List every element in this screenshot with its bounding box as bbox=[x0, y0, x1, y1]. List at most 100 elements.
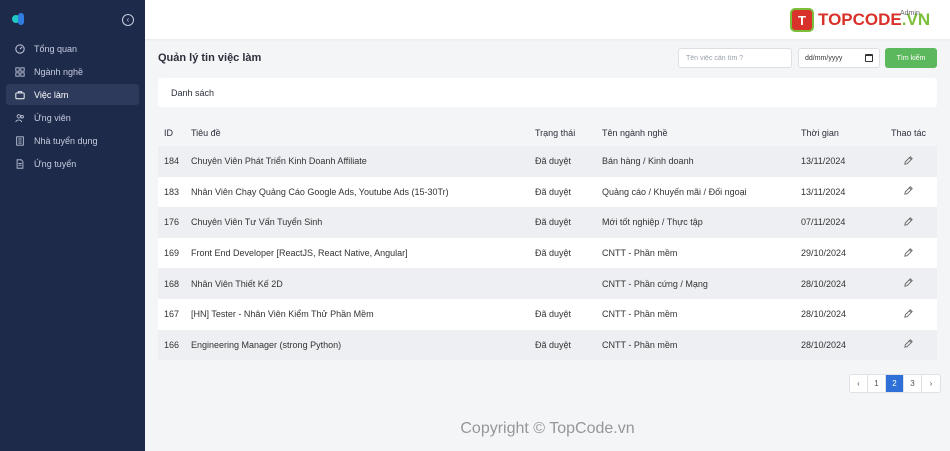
footer: Copyright © TopCode.vn bbox=[0, 420, 950, 438]
users-icon bbox=[14, 112, 25, 123]
app-logo[interactable] bbox=[12, 13, 26, 26]
pagination-page-1[interactable]: 1 bbox=[868, 375, 886, 392]
page-title: Quản lý tin việc làm bbox=[158, 52, 262, 64]
date-placeholder: dd/mm/yyyy bbox=[805, 54, 843, 62]
cell-id: 166 bbox=[164, 339, 180, 350]
cell-title: Chuyên Viên Phát Triển Kinh Doanh Affili… bbox=[191, 156, 367, 167]
pagination: ‹ 1 2 3 › bbox=[849, 374, 941, 393]
cell-time: 07/11/2024 bbox=[801, 217, 846, 228]
cell-id: 183 bbox=[164, 186, 180, 197]
cell-action bbox=[880, 338, 937, 351]
sidebar-item-label: Tổng quan bbox=[34, 43, 78, 54]
calendar-icon[interactable] bbox=[865, 54, 873, 62]
dashboard-icon bbox=[14, 43, 25, 54]
search-button[interactable]: Tìm kiếm bbox=[885, 48, 937, 68]
search-input[interactable] bbox=[678, 48, 792, 68]
edit-icon[interactable] bbox=[903, 247, 914, 258]
pagination-prev-button[interactable]: ‹ bbox=[850, 375, 868, 392]
table-row: 183 Nhân Viên Chạy Quảng Cáo Google Ads, … bbox=[158, 176, 937, 208]
cell-title: Nhân Viên Thiết Kế 2D bbox=[191, 278, 283, 289]
brand-mark: T bbox=[790, 8, 814, 32]
cell-category: CNTT - Phần mềm bbox=[602, 309, 678, 320]
column-header-title: Tiêu đề bbox=[191, 128, 221, 138]
edit-icon[interactable] bbox=[903, 216, 914, 227]
cell-category: CNTT - Phần cứng / Mạng bbox=[602, 278, 708, 289]
document-icon bbox=[14, 158, 25, 169]
sidebar-item-label: Ứng viên bbox=[34, 112, 71, 123]
briefcase-icon bbox=[14, 89, 25, 100]
pagination-next-button[interactable]: › bbox=[922, 375, 940, 392]
sidebar-item-label: Nhà tuyển dụng bbox=[34, 135, 98, 146]
pagination-page-3[interactable]: 3 bbox=[904, 375, 922, 392]
top-bar: T TOPCODE.VN Admin bbox=[145, 0, 950, 39]
copyright-text: Copyright © TopCode.vn bbox=[460, 420, 635, 437]
cell-category: Quảng cáo / Khuyến mãi / Đối ngoại bbox=[602, 186, 747, 197]
cell-status: Đã duyệt bbox=[535, 217, 572, 228]
sidebar-item-0[interactable]: Tổng quan bbox=[6, 38, 139, 59]
cell-category: CNTT - Phần mềm bbox=[602, 248, 678, 259]
cell-action bbox=[880, 308, 937, 321]
sidebar-item-1[interactable]: Ngành nghề bbox=[6, 61, 139, 82]
table-header-row: ID Tiêu đề Trạng thái Tên ngành nghề Thờ… bbox=[158, 120, 937, 146]
cell-action bbox=[880, 216, 937, 229]
building-icon bbox=[14, 135, 25, 146]
collapse-sidebar-icon[interactable]: ‹ bbox=[122, 14, 134, 26]
table-row: 184 Chuyên Viên Phát Triển Kinh Doanh Aff… bbox=[158, 146, 937, 177]
cell-time: 29/10/2024 bbox=[801, 248, 847, 259]
edit-icon[interactable] bbox=[903, 308, 914, 319]
cell-action bbox=[880, 277, 937, 290]
cell-id: 184 bbox=[164, 156, 180, 167]
cell-status: Đã duyệt bbox=[535, 186, 572, 197]
sidebar-item-4[interactable]: Nhà tuyển dụng bbox=[6, 130, 139, 151]
cell-title: Nhân Viên Chạy Quảng Cáo Google Ads, You… bbox=[191, 186, 449, 197]
sidebar-item-2[interactable]: Việc làm bbox=[6, 84, 139, 105]
column-header-id: ID bbox=[164, 128, 173, 138]
cell-action bbox=[880, 155, 937, 168]
cell-id: 167 bbox=[164, 309, 180, 320]
edit-icon[interactable] bbox=[903, 155, 914, 166]
cell-category: Bán hàng / Kinh doanh bbox=[602, 156, 694, 167]
table-row: 176 Chuyên Viên Tư Vấn Tuyển Sinh Đã duyệt… bbox=[158, 207, 937, 238]
sidebar-item-3[interactable]: Ứng viên bbox=[6, 107, 139, 128]
cell-status: Đã duyệt bbox=[535, 339, 572, 350]
cell-category: CNTT - Phần mềm bbox=[602, 339, 678, 350]
cell-id: 169 bbox=[164, 248, 180, 259]
column-header-category: Tên ngành nghề bbox=[602, 128, 668, 138]
sidebar-item-label: Ứng tuyển bbox=[34, 158, 77, 169]
cell-title: [HN] Tester - Nhân Viên Kiểm Thử Phần Mề… bbox=[191, 309, 374, 320]
table-row: 168 Nhân Viên Thiết Kế 2D CNTT - Phần cứng… bbox=[158, 268, 937, 299]
cell-id: 168 bbox=[164, 278, 180, 289]
cell-time: 28/10/2024 bbox=[801, 309, 847, 320]
sidebar-item-5[interactable]: Ứng tuyển bbox=[6, 153, 139, 174]
cell-action bbox=[880, 247, 937, 260]
sidebar-item-label: Việc làm bbox=[34, 89, 69, 100]
cell-action bbox=[880, 185, 937, 198]
edit-icon[interactable] bbox=[903, 338, 914, 349]
cell-time: 28/10/2024 bbox=[801, 278, 847, 289]
sidebar: ‹ Tổng quan Ngành nghề Việc làm Ứng viên Nhà… bbox=[0, 0, 145, 451]
cell-title: Chuyên Viên Tư Vấn Tuyển Sinh bbox=[191, 217, 323, 228]
admin-user-menu[interactable]: Admin bbox=[900, 10, 920, 17]
table-row: 169 Front End Developer [ReactJS, React N… bbox=[158, 237, 937, 269]
edit-icon[interactable] bbox=[903, 277, 914, 288]
pagination-page-2[interactable]: 2 bbox=[886, 375, 904, 392]
cell-status: Đã duyệt bbox=[535, 309, 572, 320]
table-row: 166 Engineering Manager (strong Python) Đã… bbox=[158, 329, 937, 361]
table-row: 167 [HN] Tester - Nhân Viên Kiểm Thử Phần… bbox=[158, 298, 937, 330]
cell-category: Mới tốt nghiệp / Thực tập bbox=[602, 217, 703, 228]
jobs-table: ID Tiêu đề Trạng thái Tên ngành nghề Thờ… bbox=[158, 120, 937, 361]
list-card-title: Danh sách bbox=[171, 88, 215, 98]
edit-icon[interactable] bbox=[903, 185, 914, 196]
list-card: Danh sách bbox=[158, 78, 937, 107]
date-filter-input[interactable]: dd/mm/yyyy bbox=[798, 48, 880, 68]
sidebar-item-label: Ngành nghề bbox=[34, 66, 84, 77]
column-header-action: Thao tác bbox=[890, 128, 927, 138]
column-header-time: Thời gian bbox=[801, 128, 839, 138]
table-body: 184 Chuyên Viên Phát Triển Kinh Doanh Aff… bbox=[158, 146, 937, 361]
cell-id: 176 bbox=[164, 217, 180, 228]
grid-icon bbox=[14, 66, 25, 77]
brand-name: TOPCODE bbox=[818, 10, 902, 29]
cell-status: Đã duyệt bbox=[535, 156, 572, 167]
cell-time: 13/11/2024 bbox=[801, 156, 846, 167]
cell-status: Đã duyệt bbox=[535, 248, 572, 259]
